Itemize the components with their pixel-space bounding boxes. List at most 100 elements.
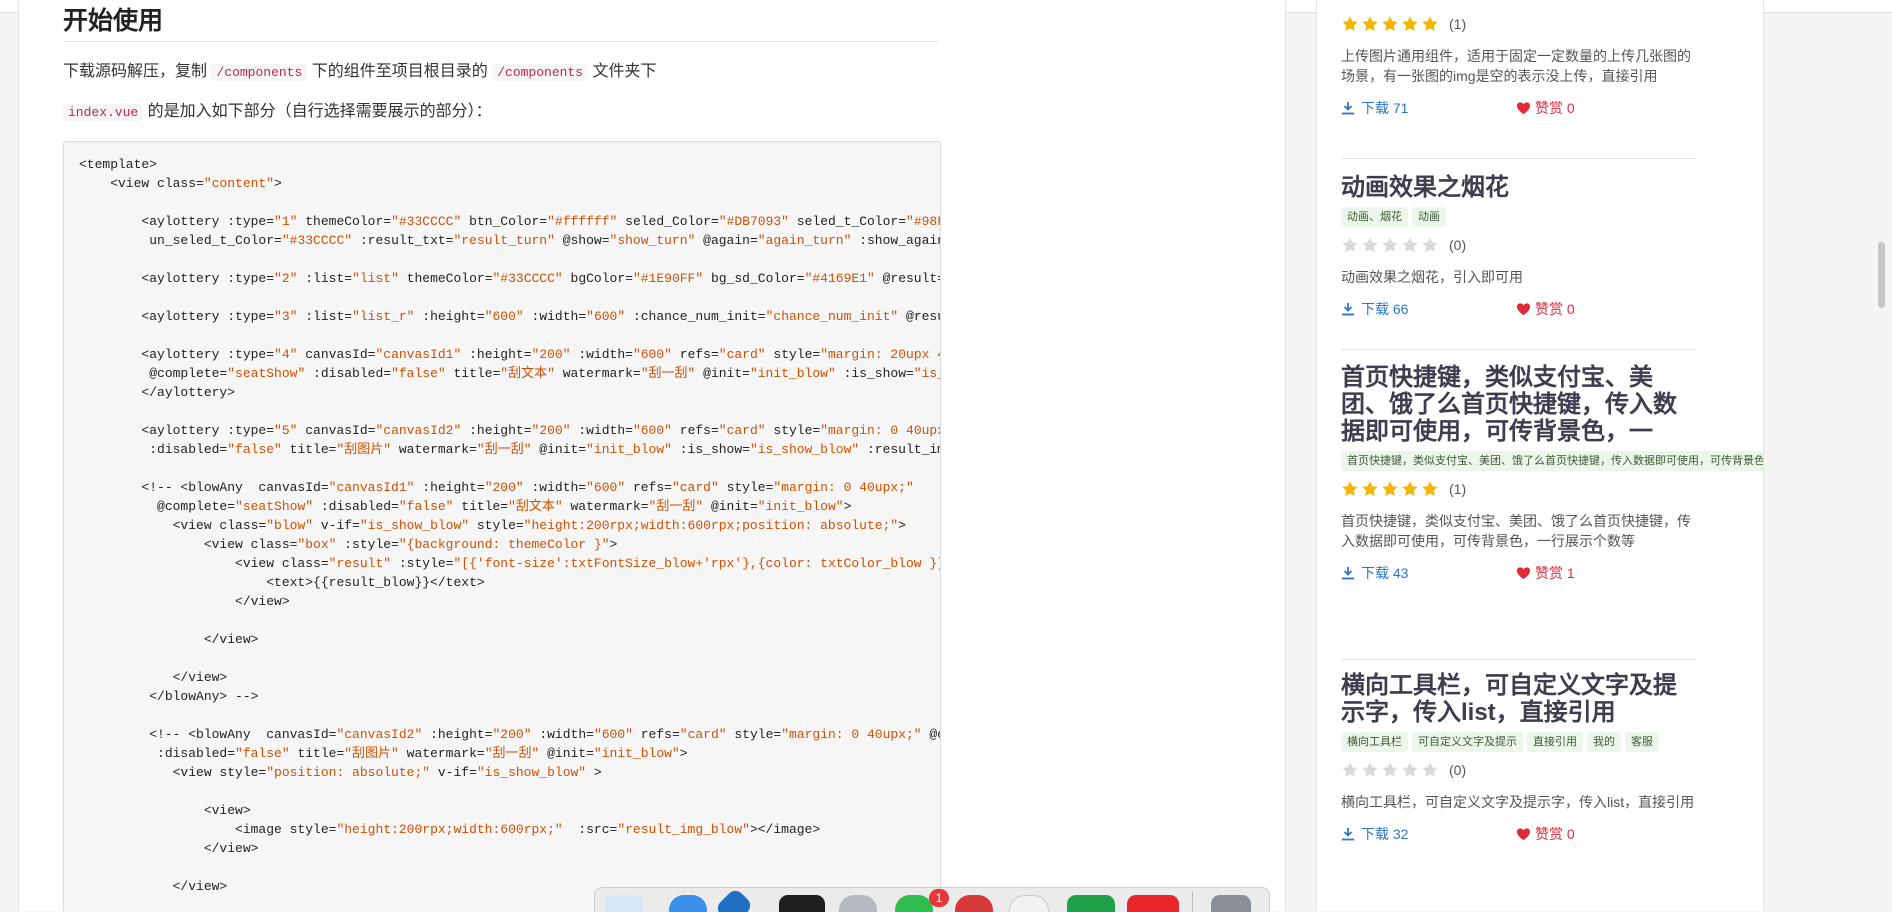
plugin-title[interactable]: 横向工具栏，可自定义文字及提示字，传入list，直接引用 — [1341, 672, 1696, 726]
code-line: </view> — [79, 841, 259, 856]
plugin-card[interactable]: 横向工具栏，可自定义文字及提示字，传入list，直接引用 横向工具栏 可自定义文字及… — [1341, 672, 1696, 844]
star-icon — [1421, 236, 1439, 254]
page-scrollbar[interactable] — [1878, 242, 1885, 308]
code-line: <template> — [79, 157, 158, 172]
plugin-tag[interactable]: 首页快捷键，类似支付宝、美团、饿了么首页快捷键，传入数据即可使用，可传背景色，一… — [1341, 451, 1763, 471]
section-title: 开始使用 — [63, 7, 164, 35]
plugin-tag[interactable]: 我的 — [1587, 732, 1621, 752]
star-icon — [1361, 761, 1379, 779]
plugin-tag[interactable]: 横向工具栏 — [1341, 732, 1408, 752]
plugin-card[interactable]: (1) 上传图片通用组件，适用于固定一定数量的上传几张图的场景，有一张图的img是… — [1341, 14, 1696, 118]
code-line: <view class="box" :style="{background: t… — [79, 537, 618, 552]
code-line: un_seled_t_Color="#33CCCC" :result_txt="… — [79, 233, 940, 248]
components-path-code: /components — [211, 64, 308, 81]
vscode-app-icon[interactable] — [714, 888, 754, 912]
app-icon-white[interactable] — [1009, 895, 1049, 912]
card-divider — [1341, 659, 1696, 660]
app-icon-red-2[interactable] — [1127, 895, 1179, 912]
reward-count: 赞赏 0 — [1535, 301, 1575, 317]
plugin-description: 首页快捷键，类似支付宝、美团、饿了么首页快捷键，传入数据即可使用，可传背景色，一… — [1341, 513, 1691, 549]
app-icon-green[interactable] — [1067, 895, 1115, 912]
heart-icon — [1516, 827, 1531, 841]
wechat-app-icon[interactable] — [895, 895, 933, 912]
star-icon — [1341, 236, 1359, 254]
reward-link[interactable]: 赞赏 0 — [1516, 824, 1575, 844]
usage-note-text: 的是加入如下部分（自行选择需要展示的部分）： — [147, 103, 492, 120]
plugin-tags: 首页快捷键，类似支付宝、美团、饿了么首页快捷键，传入数据即可使用，可传背景色，一… — [1341, 451, 1763, 471]
star-icon — [1381, 15, 1399, 33]
article-panel: 开始使用 下载源码解压，复制 /components 下的组件至项目根目录的 /… — [18, 0, 1286, 911]
download-link[interactable]: 下载 32 — [1341, 824, 1516, 844]
star-icon — [1421, 761, 1439, 779]
code-line: :disabled="false" title="刮图片" watermark=… — [79, 442, 940, 457]
star-icon — [1381, 761, 1399, 779]
macos-dock: 1 — [594, 887, 1270, 912]
plugin-description: 横向工具栏，可自定义文字及提示字，传入list，直接引用 — [1341, 794, 1695, 810]
code-line: @complete="seatShow" :disabled="false" t… — [79, 499, 852, 514]
code-line: <!-- <blowAny canvasId="canvasId1" :heig… — [79, 480, 914, 495]
code-line: <text>{{result_blow}}</text> — [79, 575, 485, 590]
download-icon — [1341, 827, 1355, 841]
plugin-tag[interactable]: 可自定义文字及提示 — [1412, 732, 1523, 752]
code-line: <view class="result" :style="[{'font-siz… — [79, 556, 941, 571]
launchpad-app-icon[interactable] — [839, 895, 877, 912]
code-line: <aylottery :type="3" :list="list_r" :hei… — [79, 309, 940, 324]
plugin-title[interactable]: 首页快捷键，类似支付宝、美团、饿了么首页快捷键，传入数据即可使用，可传背景色，一 — [1341, 364, 1696, 445]
instruction-text-1: 下载源码解压，复制 — [63, 63, 208, 80]
code-line: <aylottery :type="4" canvasId="canvasId1… — [79, 347, 940, 362]
code-line: </view> — [79, 632, 259, 647]
plugin-tag[interactable]: 客服 — [1625, 732, 1659, 752]
download-link[interactable]: 下载 66 — [1341, 299, 1516, 319]
star-icon — [1421, 480, 1439, 498]
plugin-description: 上传图片通用组件，适用于固定一定数量的上传几张图的场景，有一张图的img是空的表… — [1341, 48, 1691, 84]
star-icon — [1401, 15, 1419, 33]
plugin-tag[interactable]: 动画、烟花 — [1341, 207, 1408, 227]
terminal-app-icon[interactable] — [779, 895, 825, 912]
star-icon — [1381, 236, 1399, 254]
rating-count: (1) — [1449, 16, 1467, 32]
plugin-tags: 横向工具栏 可自定义文字及提示 直接引用 我的 客服 — [1341, 732, 1696, 752]
download-icon — [1341, 302, 1355, 316]
star-icon — [1341, 480, 1359, 498]
download-link[interactable]: 下载 71 — [1341, 98, 1516, 118]
download-link[interactable]: 下载 43 — [1341, 563, 1516, 583]
rating-count: (0) — [1449, 237, 1467, 253]
related-plugins-sidebar: (1) 上传图片通用组件，适用于固定一定数量的上传几张图的场景，有一张图的img是… — [1316, 0, 1764, 911]
rating-count: (0) — [1449, 762, 1467, 778]
plugin-title[interactable]: 动画效果之烟花 — [1341, 174, 1696, 201]
plugin-tag[interactable]: 直接引用 — [1527, 732, 1583, 752]
finder-app-icon[interactable] — [605, 895, 643, 912]
code-block[interactable]: <template> <view class="content"> <aylot… — [63, 141, 941, 911]
star-icon — [1361, 15, 1379, 33]
code-line: <view> — [79, 803, 251, 818]
plugin-card[interactable]: 首页快捷键，类似支付宝、美团、饿了么首页快捷键，传入数据即可使用，可传背景色，一… — [1341, 364, 1763, 583]
card-divider — [1341, 158, 1696, 159]
rating-count: (1) — [1449, 481, 1467, 497]
star-icon — [1421, 15, 1439, 33]
reward-link[interactable]: 赞赏 0 — [1516, 98, 1575, 118]
download-count: 下载 32 — [1361, 826, 1409, 842]
reward-link[interactable]: 赞赏 1 — [1516, 563, 1575, 583]
code-line: <aylottery :type="1" themeColor="#33CCCC… — [79, 214, 940, 229]
code-line: </aylottery> — [79, 385, 236, 400]
code-line: @complete="seatShow" :disabled="false" t… — [79, 366, 940, 381]
download-count: 下载 43 — [1361, 565, 1409, 581]
plugin-tag[interactable]: 动画 — [1412, 207, 1446, 227]
safari-app-icon[interactable] — [669, 895, 707, 912]
star-icon — [1401, 236, 1419, 254]
notification-badge: 1 — [929, 889, 949, 907]
star-icon — [1361, 480, 1379, 498]
app-icon-red[interactable] — [955, 895, 993, 912]
star-icon — [1361, 236, 1379, 254]
code-line: <view class="blow" v-if="is_show_blow" s… — [79, 518, 906, 533]
reward-link[interactable]: 赞赏 0 — [1516, 299, 1575, 319]
code-line: <image style="height:200rpx;width:600rpx… — [79, 822, 821, 837]
card-divider — [1341, 349, 1696, 350]
rating: (0) — [1341, 760, 1696, 780]
code-line: </view> — [79, 879, 228, 894]
downloads-stack-icon[interactable] — [1211, 895, 1251, 912]
plugin-card[interactable]: 动画效果之烟花 动画、烟花 动画 (0) 动画效果之烟花，引入即可用 下载 66 赞赏 0 — [1341, 174, 1696, 319]
star-icon — [1341, 15, 1359, 33]
download-icon — [1341, 101, 1355, 115]
star-icon — [1341, 761, 1359, 779]
